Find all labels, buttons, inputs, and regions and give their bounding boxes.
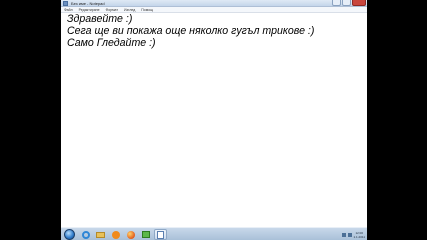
maximize-icon[interactable] <box>342 0 351 6</box>
notepad-app-icon <box>63 1 68 6</box>
taskbar-ie[interactable] <box>79 229 92 240</box>
taskbar-notepad[interactable] <box>154 229 167 240</box>
volume-icon[interactable] <box>347 232 352 237</box>
taskbar-explorer[interactable] <box>94 229 107 240</box>
folder-icon <box>96 231 105 238</box>
clock-date: 1.1.2011 <box>353 234 365 239</box>
taskbar-green-app[interactable] <box>139 229 152 240</box>
screen: Без име - Notepad Файл Редактиране Форма… <box>0 0 427 240</box>
text-editor[interactable]: Здравейте :) Сега ще ви покажа още някол… <box>61 13 367 227</box>
window-title: Без име - Notepad <box>71 1 105 6</box>
menu-edit[interactable]: Редактиране <box>79 7 100 12</box>
window-controls <box>332 0 366 6</box>
media-player-icon <box>111 230 120 239</box>
green-app-icon <box>141 231 150 238</box>
firefox-icon <box>126 230 135 239</box>
editor-line-3: Само Гледайте :) <box>67 37 156 49</box>
menu-help[interactable]: Помощ <box>141 7 153 12</box>
title-bar[interactable]: Без име - Notepad <box>61 0 367 7</box>
clock[interactable]: 12:00 1.1.2011 <box>354 231 365 239</box>
editor-line-2: Сега ще ви покажа още няколко гугъл трик… <box>67 25 315 37</box>
internet-explorer-icon <box>81 230 90 239</box>
taskbar-media[interactable] <box>109 229 122 240</box>
taskbar: 12:00 1.1.2011 <box>61 227 367 240</box>
menu-format[interactable]: Формат <box>106 7 118 12</box>
minimize-icon[interactable] <box>332 0 341 6</box>
system-tray: 12:00 1.1.2011 <box>341 229 365 240</box>
start-button[interactable] <box>64 229 75 240</box>
close-icon[interactable] <box>352 0 366 6</box>
notepad-icon <box>157 230 164 239</box>
menu-view[interactable]: Изглед <box>124 7 135 12</box>
menu-file[interactable]: Файл <box>64 7 73 12</box>
desktop: Без име - Notepad Файл Редактиране Форма… <box>61 0 367 240</box>
editor-line-1: Здравейте :) <box>67 13 133 25</box>
taskbar-firefox[interactable] <box>124 229 137 240</box>
network-icon[interactable] <box>341 232 346 237</box>
